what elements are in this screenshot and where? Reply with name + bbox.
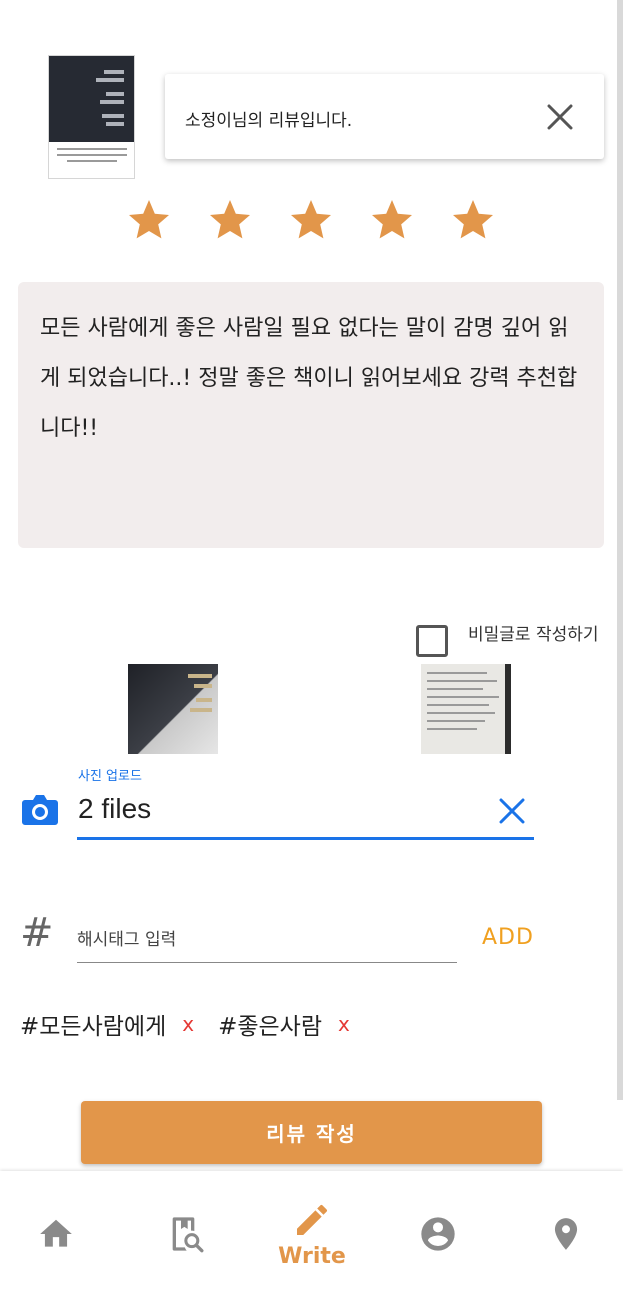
review-textarea[interactable]: 모든 사람에게 좋은 사람일 필요 없다는 말이 감명 깊어 읽게 되었습니다.… [18,282,604,548]
hashtag-chip: #좋은사람 x [218,1007,350,1041]
upload-field-label: 사진 업로드 [78,769,142,784]
hashtag-chip: #모든사람에게 x [20,1007,194,1041]
close-button[interactable] [543,100,577,134]
nav-item-profile[interactable] [402,1171,474,1297]
hashtag-icon: # [20,910,54,956]
bottom-navigation: Write [0,1171,623,1297]
clear-upload-icon[interactable] [496,795,528,827]
star-icon[interactable] [125,196,173,244]
hashtag-text: #모든사람에게 [20,1014,167,1040]
secret-checkbox-label: 비밀글로 작성하기 [468,625,599,645]
nav-item-book-search[interactable] [146,1171,226,1297]
remove-hashtag-button[interactable]: x [182,1012,194,1036]
uploaded-photo-thumbnail [421,664,511,754]
review-title: 소정이님의 리뷰입니다. [185,111,353,131]
home-icon [40,1219,72,1247]
remove-hashtag-button[interactable]: x [338,1012,350,1036]
map-marker-icon [554,1218,578,1250]
scrollbar[interactable] [617,0,623,1100]
account-circle-icon [421,1217,455,1251]
book-cover-image [48,55,135,179]
hashtag-field-underline [77,962,457,963]
add-hashtag-button[interactable]: ADD [482,925,534,950]
submit-review-button[interactable]: 리뷰 작성 [81,1101,542,1164]
star-icon[interactable] [206,196,254,244]
hashtag-text: #좋은사람 [218,1014,322,1040]
book-search-icon [172,1217,204,1253]
uploaded-photo-thumbnail [128,664,218,754]
star-icon[interactable] [368,196,416,244]
nav-item-write[interactable]: Write [260,1171,364,1297]
pencil-icon [297,1204,327,1235]
hashtag-input[interactable] [77,920,457,960]
secret-checkbox[interactable] [416,625,448,657]
star-icon[interactable] [287,196,335,244]
star-icon[interactable] [449,196,497,244]
nav-item-location[interactable] [530,1171,602,1297]
hashtag-list: #모든사람에게 x #좋은사람 x [20,1006,374,1042]
camera-icon[interactable] [21,793,59,827]
close-icon [547,104,573,130]
nav-label-write: Write [278,1243,346,1269]
upload-file-input[interactable]: 2 files [78,793,151,825]
nav-item-home[interactable] [20,1171,92,1297]
review-text: 모든 사람에게 좋은 사람일 필요 없다는 말이 감명 깊어 읽게 되었습니다.… [40,316,578,441]
upload-field-underline [77,837,534,840]
star-rating[interactable] [125,196,505,246]
review-title-card: 소정이님의 리뷰입니다. [165,74,604,159]
